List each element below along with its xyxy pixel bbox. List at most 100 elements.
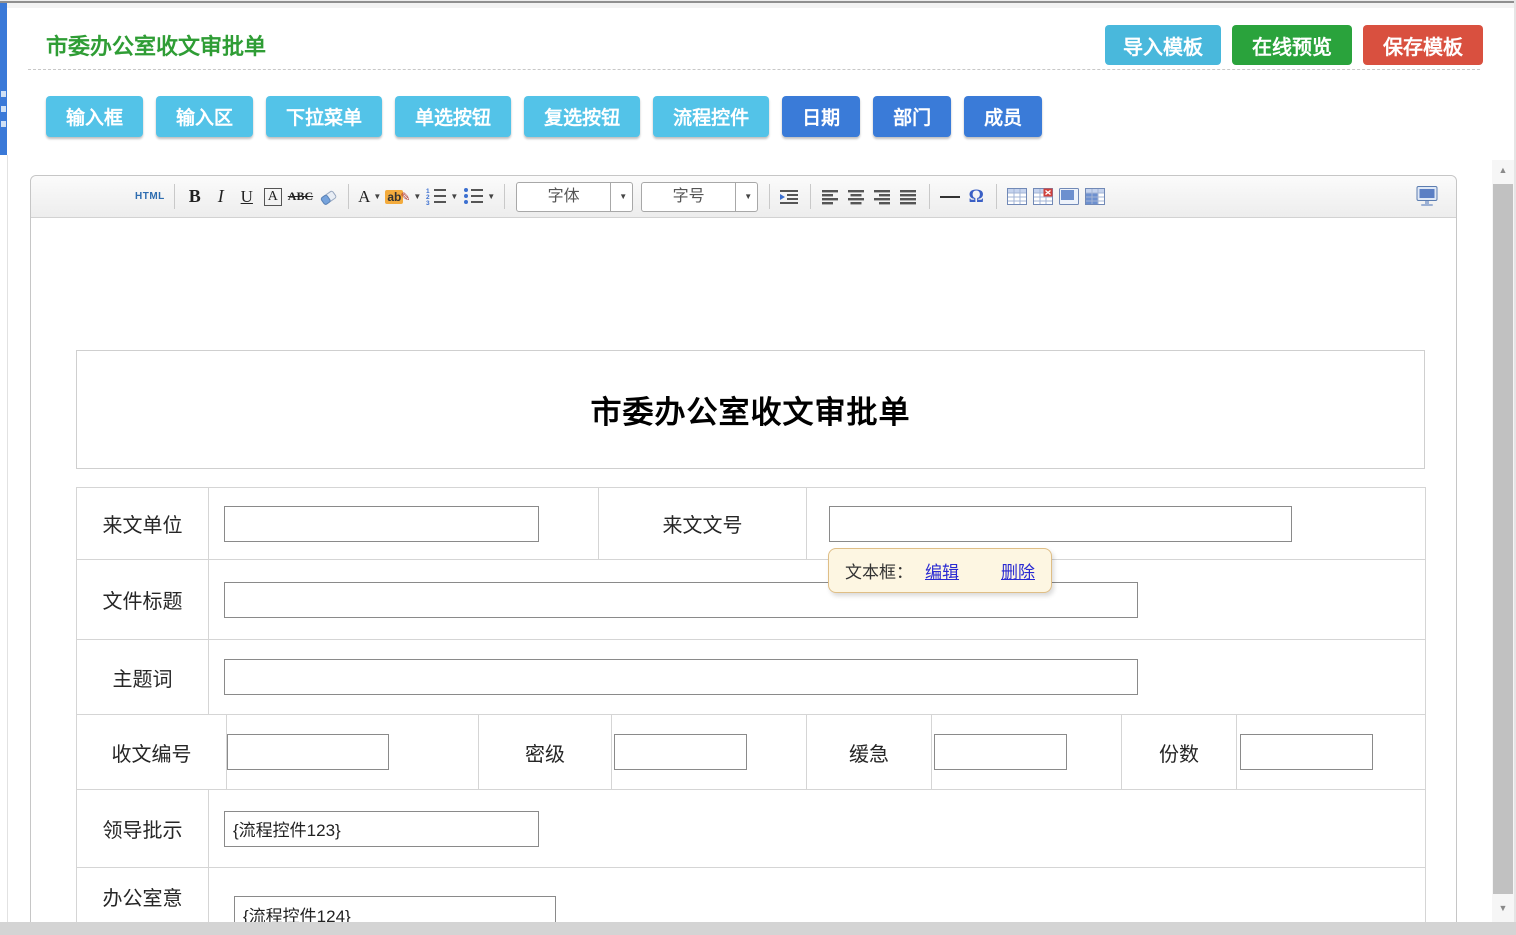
form-table-row1: 来文单位 来文文号 xyxy=(76,487,1426,560)
delete-table-button[interactable] xyxy=(1032,184,1054,210)
fullscreen-button[interactable] xyxy=(1414,184,1440,210)
table-row: 收文编号 密级 缓急 份数 xyxy=(77,715,1426,790)
sliver-glyph xyxy=(1,121,6,127)
secrecy-level-input[interactable] xyxy=(614,734,747,770)
subject-word-input[interactable] xyxy=(224,659,1138,695)
html-source-button[interactable]: HTML xyxy=(135,184,165,210)
italic-button[interactable]: I xyxy=(210,184,232,210)
underline-button[interactable]: U xyxy=(236,184,258,210)
align-right-button[interactable] xyxy=(872,184,894,210)
widget-textarea-button[interactable]: 输入区 xyxy=(156,96,253,137)
field-label-secrecy-level: 密级 xyxy=(479,715,612,790)
field-cell xyxy=(227,715,479,790)
cell-properties-button[interactable] xyxy=(1058,184,1080,210)
form-table-row5: 领导批示 xyxy=(76,789,1426,868)
widget-checkbox-button[interactable]: 复选按钮 xyxy=(524,96,640,137)
scrollbar-up-arrow-icon[interactable]: ▲ xyxy=(1492,162,1514,178)
widget-input-box-button[interactable]: 输入框 xyxy=(46,96,143,137)
table-row: 文件标题 xyxy=(77,560,1426,640)
bold-button[interactable]: B xyxy=(184,184,206,210)
field-cell xyxy=(932,715,1122,790)
font-family-select[interactable]: 字体 ▼ xyxy=(516,182,633,212)
bold-icon: B xyxy=(189,186,201,207)
widget-radio-button[interactable]: 单选按钮 xyxy=(395,96,511,137)
leader-comment-flow-control[interactable] xyxy=(224,811,539,847)
field-cell xyxy=(209,640,1426,715)
document-title-cell: 市委办公室收文审批单 xyxy=(76,350,1425,469)
omega-icon: Ω xyxy=(969,186,984,208)
unordered-list-icon xyxy=(462,187,484,206)
toolbar-separator xyxy=(929,184,930,209)
char-border-button[interactable]: A xyxy=(262,184,284,210)
incoming-unit-input[interactable] xyxy=(224,506,539,542)
align-right-icon xyxy=(874,189,892,205)
widget-dropdown-button[interactable]: 下拉菜单 xyxy=(266,96,382,137)
unordered-list-button[interactable]: ▼ xyxy=(462,184,495,210)
table-cell-properties-icon xyxy=(1059,188,1079,205)
scrollbar-thumb[interactable] xyxy=(1493,184,1513,894)
toolbar-separator xyxy=(996,184,997,209)
remove-format-button[interactable] xyxy=(317,184,339,210)
vertical-scrollbar[interactable]: ▲ ▼ xyxy=(1492,160,1514,922)
field-label-incoming-unit: 来文单位 xyxy=(77,488,209,560)
textbox-context-tooltip: 文本框： 编辑 删除 xyxy=(828,548,1052,593)
strikethrough-icon: ABC xyxy=(288,189,313,204)
horizontal-rule-button[interactable] xyxy=(939,184,961,210)
font-size-dropdown-button[interactable]: ▼ xyxy=(735,183,757,211)
window-bottom-edge xyxy=(0,922,1516,935)
scrollbar-down-arrow-icon[interactable]: ▼ xyxy=(1492,900,1514,916)
toolbar-separator xyxy=(348,184,349,209)
align-left-button[interactable] xyxy=(820,184,842,210)
highlight-color-button[interactable]: ab✎▼ xyxy=(385,184,421,210)
header-action-buttons: 导入模板 在线预览 保存模板 xyxy=(1105,25,1483,65)
chevron-down-icon: ▼ xyxy=(413,192,421,201)
html-icon: HTML xyxy=(135,191,165,202)
import-template-button[interactable]: 导入模板 xyxy=(1105,25,1221,65)
font-family-label: 字体 xyxy=(517,183,610,211)
table-icon xyxy=(1007,188,1027,205)
document-title: 市委办公室收文审批单 xyxy=(591,387,911,432)
table-properties-button[interactable] xyxy=(1084,184,1106,210)
save-template-button[interactable]: 保存模板 xyxy=(1363,25,1483,65)
tooltip-label: 文本框： xyxy=(845,558,913,583)
incoming-doc-number-input[interactable] xyxy=(829,506,1292,542)
tooltip-edit-link[interactable]: 编辑 xyxy=(925,558,959,583)
toolbar-separator xyxy=(810,184,811,209)
field-label-leader-comment: 领导批示 xyxy=(77,790,209,868)
field-label-incoming-doc-number: 来文文号 xyxy=(599,488,807,560)
chevron-down-icon: ▼ xyxy=(450,192,458,201)
sliver-glyph xyxy=(1,106,6,112)
widget-member-button[interactable]: 成员 xyxy=(964,96,1042,137)
online-preview-button[interactable]: 在线预览 xyxy=(1232,25,1352,65)
pencil-icon: ✎ xyxy=(400,190,410,204)
align-justify-icon xyxy=(900,189,918,205)
field-label-receipt-number: 收文编号 xyxy=(77,715,227,790)
align-center-button[interactable] xyxy=(846,184,868,210)
field-cell xyxy=(209,488,599,560)
font-size-select[interactable]: 字号 ▼ xyxy=(641,182,758,212)
indent-button[interactable] xyxy=(779,184,801,210)
field-cell xyxy=(612,715,807,790)
widget-date-button[interactable]: 日期 xyxy=(782,96,860,137)
widget-flow-control-button[interactable]: 流程控件 xyxy=(653,96,769,137)
align-justify-button[interactable] xyxy=(898,184,920,210)
italic-icon: I xyxy=(218,186,224,207)
ordered-list-button[interactable]: 123 ▼ xyxy=(425,184,458,210)
editor-content-area[interactable]: 市委办公室收文审批单 来文单位 来文文号 xyxy=(31,219,1456,934)
strikethrough-button[interactable]: ABC xyxy=(288,184,313,210)
tooltip-delete-link[interactable]: 删除 xyxy=(1001,558,1035,583)
urgency-input[interactable] xyxy=(934,734,1067,770)
svg-text:3: 3 xyxy=(426,200,430,206)
special-char-button[interactable]: Ω xyxy=(965,184,987,210)
insert-table-button[interactable] xyxy=(1006,184,1028,210)
form-table-row4: 收文编号 密级 缓急 份数 xyxy=(76,714,1426,790)
font-color-button[interactable]: A▼ xyxy=(358,184,381,210)
window-top-edge xyxy=(0,0,1516,8)
font-size-label: 字号 xyxy=(642,183,735,211)
font-family-dropdown-button[interactable]: ▼ xyxy=(610,183,632,211)
widget-department-button[interactable]: 部门 xyxy=(873,96,951,137)
font-color-icon: A xyxy=(358,187,370,207)
receipt-number-input[interactable] xyxy=(227,734,389,770)
form-table-row3: 主题词 xyxy=(76,639,1426,715)
copies-input[interactable] xyxy=(1240,734,1373,770)
